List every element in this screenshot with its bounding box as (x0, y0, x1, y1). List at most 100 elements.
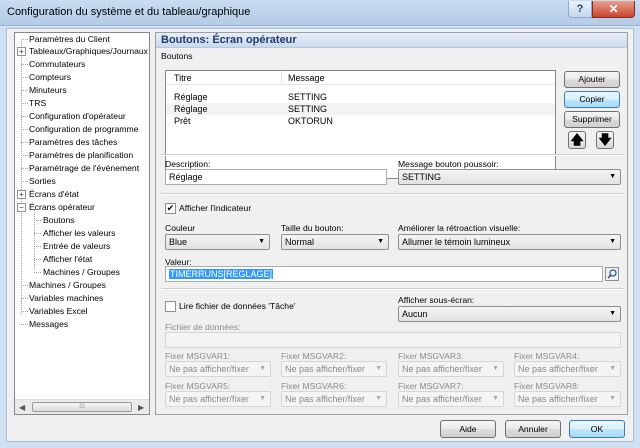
tree-item-machine-variables[interactable]: Variables machines (29, 292, 103, 304)
navigation-tree[interactable]: Paramètres du Client + Tableaux/Graphiqu… (14, 32, 150, 415)
collapse-icon[interactable]: − (17, 203, 26, 212)
msgvar1-select[interactable]: Ne pas afficher/fixer ▼ (165, 361, 271, 377)
msgvar5-label: Fixer MSGVAR5: (165, 381, 231, 391)
tree-item-client-settings[interactable]: Paramètres du Client (29, 33, 110, 45)
chevron-down-icon: ▼ (609, 310, 616, 317)
button-size-label: Taille du bouton: (281, 223, 344, 233)
column-separator (281, 71, 282, 85)
tree-guide-line (21, 39, 22, 314)
tree-item-machines-groups[interactable]: Machines / Groupes (29, 279, 106, 291)
tree-horizontal-scrollbar[interactable]: ◀ ⁞⁞⁞ ▶ (15, 399, 149, 414)
tree-item-show-status[interactable]: Afficher l'état (43, 253, 92, 265)
expand-icon[interactable]: + (17, 190, 26, 199)
value-field[interactable]: TIMERRUNS[REGLAGE] (165, 266, 603, 282)
sub-screen-label: Afficher sous-écran: (398, 295, 475, 305)
scroll-left-icon[interactable]: ◀ (19, 403, 25, 412)
delete-button[interactable]: Supprimer (564, 111, 620, 128)
tree-connector (21, 77, 28, 78)
msgvar6-select[interactable]: Ne pas afficher/fixer ▼ (281, 391, 387, 407)
tree-guide-line-child (34, 209, 35, 269)
help-button[interactable]: Aide (440, 420, 496, 438)
push-message-select[interactable]: SETTING ▼ (398, 169, 621, 185)
msgvar2-select[interactable]: Ne pas afficher/fixer ▼ (281, 361, 387, 377)
tree-connector (21, 64, 28, 65)
tree-item-value-entry[interactable]: Entrée de valeurs (43, 240, 110, 252)
column-header-message[interactable]: Message (288, 73, 325, 83)
push-message-label: Message bouton poussoir: (398, 159, 499, 169)
msgvar6-label: Fixer MSGVAR6: (281, 381, 347, 391)
panel-header: Boutons: Écran opérateur (156, 33, 627, 48)
expand-icon[interactable]: + (17, 47, 26, 56)
scrollbar-thumb[interactable]: ⁞⁞⁞ (32, 402, 132, 412)
tree-item-event-setup[interactable]: Paramétrage de l'événement (29, 162, 139, 174)
tree-item-show-values[interactable]: Afficher les valeurs (43, 227, 115, 239)
tree-item-task-settings[interactable]: Paramètres des tâches (29, 136, 117, 148)
button-size-value: Normal (285, 237, 315, 247)
tree-connector (21, 90, 28, 91)
button-size-select[interactable]: Normal ▼ (281, 234, 389, 250)
msgvar3-label: Fixer MSGVAR3: (398, 351, 464, 361)
add-button[interactable]: Ajouter (564, 71, 620, 88)
visual-feedback-label: Améliorer la rétroaction visuelle: (398, 223, 521, 233)
tree-connector (21, 285, 28, 286)
tree-connector (21, 142, 28, 143)
tree-item-tables-charts-logs[interactable]: Tableaux/Graphiques/Journaux (29, 45, 148, 57)
panel-title: Boutons: Écran opérateur (161, 34, 297, 46)
sub-screen-select[interactable]: Aucun ▼ (398, 306, 621, 322)
tree-item-planning-settings[interactable]: Paramètres de planification (29, 149, 133, 161)
row-title: Prêt (174, 116, 191, 126)
list-row[interactable]: Prêt OKTORUN (166, 115, 555, 127)
chevron-down-icon: ▼ (258, 238, 265, 245)
color-select[interactable]: Blue ▼ (165, 234, 270, 250)
help-title-button[interactable]: ? (568, 1, 592, 18)
cancel-button[interactable]: Annuler (505, 420, 561, 438)
show-indicator-checkbox[interactable]: ✔ (165, 203, 176, 214)
tree-item-operator-config[interactable]: Configuration d'opérateur (29, 110, 126, 122)
read-task-file-checkbox[interactable] (165, 301, 176, 312)
window-title: Configuration du système et du tableau/g… (7, 6, 251, 18)
chevron-down-icon: ▼ (377, 238, 384, 245)
chevron-down-icon: ▼ (259, 365, 266, 372)
tree-item-excel-variables[interactable]: Variables Excel (29, 305, 88, 317)
tree-item-timers[interactable]: Minuteurs (29, 84, 67, 96)
tree-item-switches[interactable]: Commutateurs (29, 58, 85, 70)
tree-item-counters[interactable]: Compteurs (29, 71, 71, 83)
description-field[interactable]: Réglage (165, 169, 387, 185)
tree-item-status-screens[interactable]: Écrans d'état (29, 188, 79, 200)
tree-item-operator-screens[interactable]: Écrans opérateur (29, 201, 95, 213)
tree-connector (21, 298, 28, 299)
move-up-icon[interactable]: 🡅 (568, 131, 586, 149)
tree-item-machines-groups-sub[interactable]: Machines / Groupes (43, 266, 120, 278)
ok-button[interactable]: OK (569, 420, 625, 438)
msgvar8-label: Fixer MSGVAR8: (514, 381, 580, 391)
tree-item-trs[interactable]: TRS (29, 97, 46, 109)
search-icon[interactable] (605, 267, 619, 281)
group-label-buttons: Boutons (161, 51, 193, 61)
tree-item-buttons[interactable]: Boutons (43, 214, 75, 226)
tree-connector (34, 272, 41, 273)
visual-feedback-select[interactable]: Allumer le témoin lumineux ▼ (398, 234, 621, 250)
copy-button[interactable]: Copier (564, 91, 620, 108)
description-label: Description: (165, 159, 211, 169)
list-row[interactable]: Réglage SETTING (166, 91, 555, 103)
close-button[interactable]: ✕ (592, 1, 635, 18)
msgvar7-select[interactable]: Ne pas afficher/fixer ▼ (398, 391, 504, 407)
chevron-down-icon: ▼ (609, 238, 616, 245)
move-down-icon[interactable]: 🡇 (596, 131, 614, 149)
column-header-title[interactable]: Titre (174, 73, 192, 83)
tree-item-messages[interactable]: Messages (29, 318, 68, 330)
tree-connector (34, 233, 41, 234)
tree-item-program-config[interactable]: Configuration de programme (29, 123, 138, 135)
list-row[interactable]: Réglage SETTING (166, 103, 555, 115)
msgvar5-select[interactable]: Ne pas afficher/fixer ▼ (165, 391, 271, 407)
msgvar7-label: Fixer MSGVAR7: (398, 381, 464, 391)
msgvar8-select[interactable]: Ne pas afficher/fixer ▼ (514, 391, 621, 407)
scroll-right-icon[interactable]: ▶ (138, 403, 144, 412)
msgvar4-select[interactable]: Ne pas afficher/fixer ▼ (514, 361, 621, 377)
tree-item-outputs[interactable]: Sorties (29, 175, 56, 187)
data-file-field[interactable] (165, 332, 621, 348)
chevron-down-icon: ▼ (375, 365, 382, 372)
tree-connector (21, 311, 28, 312)
msgvar3-select[interactable]: Ne pas afficher/fixer ▼ (398, 361, 504, 377)
row-title: Réglage (174, 104, 208, 114)
